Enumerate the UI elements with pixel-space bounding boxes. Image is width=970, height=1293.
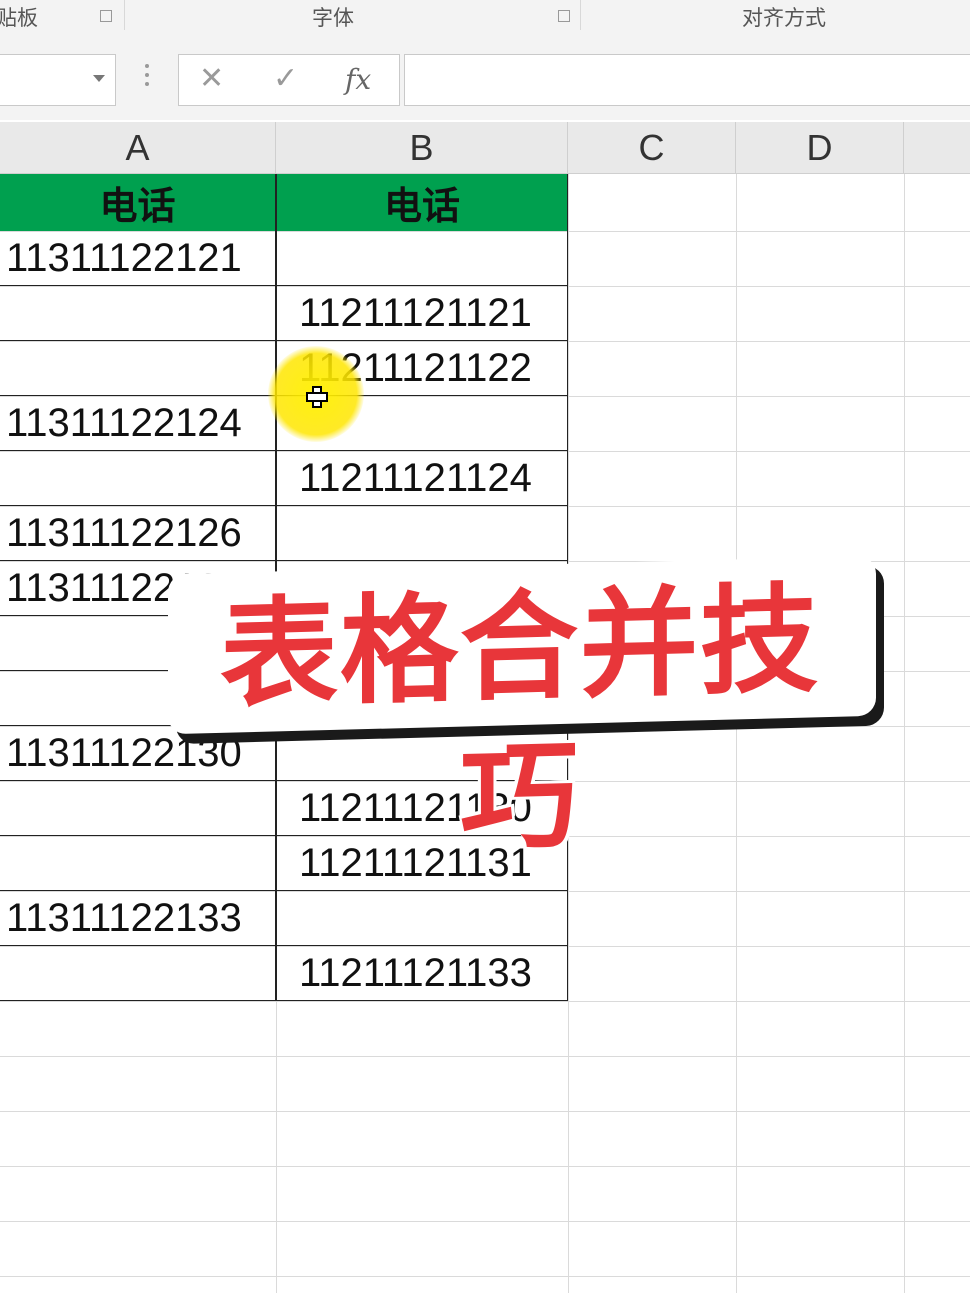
formula-input[interactable] <box>404 54 970 106</box>
header-cell-a[interactable]: 电话 <box>0 174 276 231</box>
cell-a[interactable] <box>0 781 276 836</box>
ribbon-group-labels: 贴板 字体 对齐方式 <box>0 0 970 35</box>
ribbon-group-font: 字体 <box>312 6 354 30</box>
cell-b[interactable] <box>276 506 568 561</box>
cell-b[interactable] <box>276 231 568 286</box>
cell-a[interactable] <box>0 451 276 506</box>
table-row: 11311122126 <box>0 506 568 561</box>
column-header-a[interactable]: A <box>0 122 276 174</box>
table-row: 11311122121 <box>0 231 568 286</box>
gridline <box>0 1111 970 1112</box>
cell-b[interactable] <box>276 891 568 946</box>
cell-a[interactable]: 11311122124 <box>0 396 276 451</box>
cancel-icon[interactable]: ✕ <box>199 61 224 96</box>
cell-a[interactable] <box>0 946 276 1001</box>
column-header-e[interactable] <box>904 122 970 174</box>
table-row: 11311122133 <box>0 891 568 946</box>
font-dialog-launcher-icon[interactable] <box>558 10 570 22</box>
ribbon-divider <box>124 0 125 30</box>
gridline <box>0 1166 970 1167</box>
drag-handle-icon[interactable] <box>144 64 150 94</box>
cell-a[interactable] <box>0 286 276 341</box>
header-cell-b[interactable]: 电话 <box>276 174 568 231</box>
column-header-c[interactable]: C <box>568 122 736 174</box>
gridline <box>0 1056 970 1057</box>
formula-buttons: ✕ ✓ fx <box>178 54 400 106</box>
gridline <box>0 1276 970 1277</box>
table-row: 11211121133 <box>0 946 568 1001</box>
video-title: 表格合并技巧 <box>219 570 820 868</box>
enter-icon[interactable]: ✓ <box>273 61 298 96</box>
cell-a[interactable] <box>0 836 276 891</box>
clipboard-dialog-launcher-icon[interactable] <box>100 10 112 22</box>
name-box[interactable] <box>0 54 116 106</box>
formula-bar: ✕ ✓ fx <box>0 34 970 120</box>
ribbon-divider <box>580 0 581 30</box>
cell-a[interactable]: 11311122126 <box>0 506 276 561</box>
insert-function-icon[interactable]: fx <box>345 63 371 96</box>
table-row: 11211121121 <box>0 286 568 341</box>
cell-b[interactable]: 11211121124 <box>276 451 568 506</box>
cell-b[interactable]: 11211121121 <box>276 286 568 341</box>
cell-b[interactable]: 11211121133 <box>276 946 568 1001</box>
table-row: 11211121124 <box>0 451 568 506</box>
cell-a[interactable]: 11311122130 <box>0 726 276 781</box>
ribbon-group-clipboard: 贴板 <box>0 6 38 30</box>
cell-a[interactable]: 11311122133 <box>0 891 276 946</box>
ribbon-group-alignment: 对齐方式 <box>742 6 826 30</box>
chevron-down-icon[interactable] <box>93 75 105 82</box>
gridline <box>0 1001 970 1002</box>
cell-a[interactable]: 11311122121 <box>0 231 276 286</box>
cell-cursor-icon <box>306 386 328 408</box>
cell-a[interactable] <box>0 341 276 396</box>
gridline <box>0 1221 970 1222</box>
column-header-b[interactable]: B <box>276 122 568 174</box>
column-header-d[interactable]: D <box>736 122 904 174</box>
